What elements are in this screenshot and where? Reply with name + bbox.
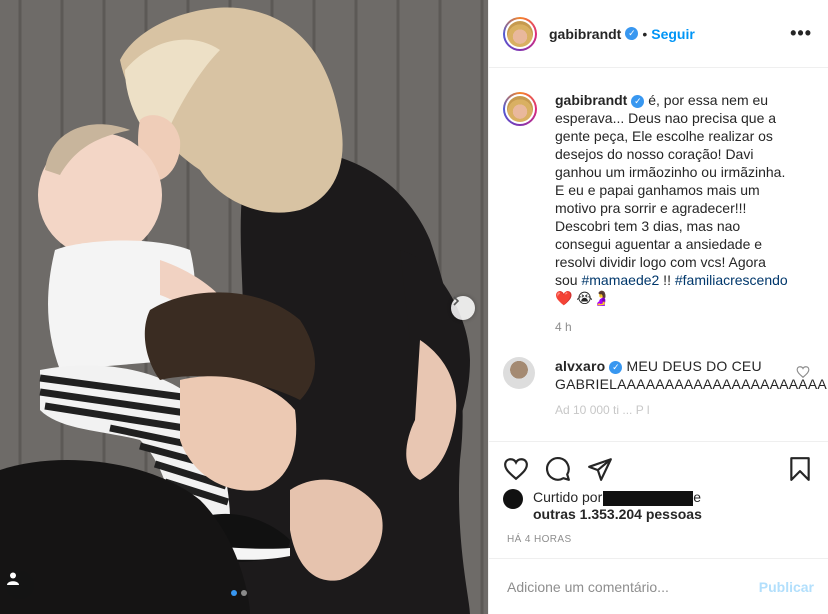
caption-username[interactable]: gabibrandt xyxy=(555,92,627,108)
user-icon xyxy=(7,572,19,585)
caption-emojis: ❤️ 😭🤰 xyxy=(555,290,611,306)
comment-text: alvxaro ✓ MEU DEUS DO CEU GABRIELAAAAAAAA… xyxy=(555,357,827,393)
likes-summary: Curtido por e outras 1.353.204 pessoas xyxy=(503,489,702,522)
likes-count-link[interactable]: outras 1.353.204 pessoas xyxy=(533,506,702,522)
liker-avatar[interactable] xyxy=(503,489,523,509)
photo-illustration xyxy=(0,0,488,614)
verified-badge-icon: ✓ xyxy=(625,27,639,40)
follow-button[interactable]: Seguir xyxy=(651,26,695,42)
post-caption: gabibrandt ✓ é, por essa nem eu esperava.… xyxy=(503,92,812,307)
hashtag-link[interactable]: #mamaede2 xyxy=(581,272,659,288)
publish-button[interactable]: Publicar xyxy=(759,579,814,595)
carousel-dot xyxy=(241,590,247,596)
tagged-users-button[interactable] xyxy=(6,571,34,599)
liked-by-prefix: Curtido por xyxy=(533,489,603,505)
carousel-dot-active xyxy=(231,590,237,596)
add-comment-bar: Publicar xyxy=(489,558,828,614)
caption-avatar[interactable] xyxy=(503,92,537,126)
header-separator: • xyxy=(642,25,648,42)
comment-input[interactable] xyxy=(505,577,759,596)
redacted-username xyxy=(603,490,694,506)
carousel-next-button[interactable] xyxy=(451,296,475,320)
more-horizontal-icon[interactable]: ••• xyxy=(790,23,812,44)
commenter-username[interactable]: alvxaro xyxy=(555,358,605,374)
caption-text: gabibrandt ✓ é, por essa nem eu esperava.… xyxy=(555,91,791,307)
comments-section[interactable]: gabibrandt ✓ é, por essa nem eu esperava.… xyxy=(489,68,828,438)
caption-body: é, por essa nem eu esperava... Deus nao … xyxy=(555,92,786,288)
comment-bubble-icon[interactable] xyxy=(545,456,571,482)
save-bookmark-icon[interactable] xyxy=(788,456,812,482)
like-heart-icon[interactable] xyxy=(503,456,529,482)
hashtag-link[interactable]: #familiacrescendo xyxy=(675,272,788,288)
post-sidebar: gabibrandt ✓ • Seguir ••• gabibrandt ✓ é,… xyxy=(488,0,828,614)
post-actions xyxy=(489,441,828,491)
liked-by-suffix: e xyxy=(693,489,702,505)
author-username[interactable]: gabibrandt xyxy=(549,26,621,42)
instagram-post: gabibrandt ✓ • Seguir ••• gabibrandt ✓ é,… xyxy=(0,0,828,614)
verified-badge-icon: ✓ xyxy=(609,360,623,374)
verified-badge-icon: ✓ xyxy=(631,94,645,108)
likes-text: Curtido por e outras 1.353.204 pessoas xyxy=(533,489,702,522)
post-photo[interactable] xyxy=(0,0,488,614)
author-avatar[interactable] xyxy=(503,16,537,51)
caption-middle: !! xyxy=(659,272,675,288)
post-timestamp[interactable]: HÁ 4 HORAS xyxy=(507,534,572,545)
like-comment-heart-icon[interactable] xyxy=(796,365,810,379)
faded-comment-preview: Ad 10 000 ti ... P l xyxy=(555,403,650,417)
post-header: gabibrandt ✓ • Seguir ••• xyxy=(489,0,828,68)
comment-item: alvxaro ✓ MEU DEUS DO CEU GABRIELAAAAAAAA… xyxy=(503,357,827,393)
caption-time: 4 h xyxy=(555,320,572,334)
chevron-right-icon xyxy=(453,296,460,306)
carousel-indicator xyxy=(231,590,247,596)
share-paper-plane-icon[interactable] xyxy=(587,456,613,482)
commenter-avatar[interactable] xyxy=(503,357,535,389)
